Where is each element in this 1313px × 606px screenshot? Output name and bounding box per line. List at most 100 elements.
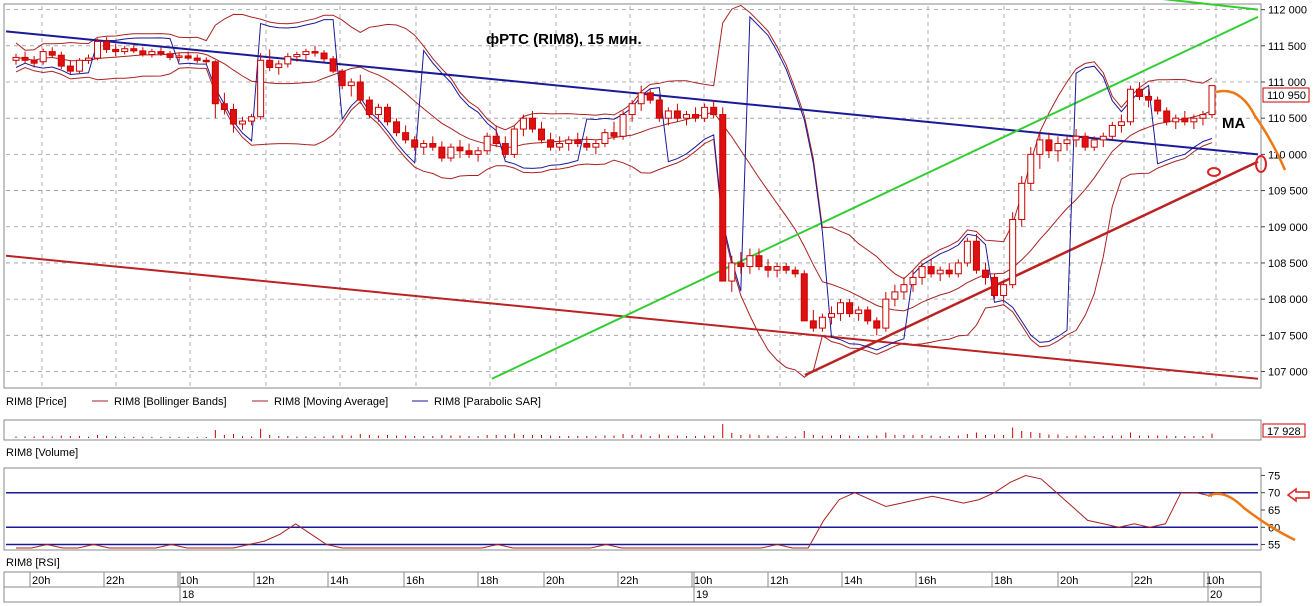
candle-body bbox=[39, 51, 47, 63]
rsi-tick-label: 75 bbox=[1268, 470, 1280, 482]
candle-body bbox=[402, 132, 410, 141]
rsi-arrow-icon bbox=[1286, 487, 1310, 503]
candle-body bbox=[66, 65, 74, 72]
candle-body bbox=[48, 51, 56, 56]
candle-body bbox=[619, 114, 627, 137]
candle-body bbox=[773, 266, 781, 271]
candle-body bbox=[12, 56, 20, 61]
volume-last-label: 17 928 bbox=[1267, 426, 1301, 438]
candle-body bbox=[682, 114, 690, 119]
candle-body bbox=[945, 269, 953, 275]
candle-body bbox=[592, 143, 600, 148]
candle-body bbox=[891, 291, 899, 300]
volume-label: RIM8 [Volume] bbox=[6, 447, 78, 459]
chart-canvas: 112 000 111 500 111 000 110 500 110 000 109 5… bbox=[3, 0, 1310, 603]
hour-label: 10h bbox=[180, 575, 198, 587]
candle-body bbox=[166, 53, 174, 58]
candle-body bbox=[456, 146, 464, 152]
candle-body bbox=[519, 117, 527, 130]
candle-body bbox=[347, 81, 355, 87]
hour-label: 22h bbox=[106, 575, 124, 587]
candle-body bbox=[791, 269, 799, 275]
candle-body bbox=[1018, 182, 1026, 221]
legend-moving-average: RIM8 [Moving Average] bbox=[274, 396, 388, 408]
hour-label: 16h bbox=[406, 575, 424, 587]
hour-label: 12h bbox=[256, 575, 274, 587]
candle-body bbox=[148, 51, 156, 55]
price-tick-label: 112 000 bbox=[1268, 5, 1307, 17]
candle-body bbox=[936, 269, 944, 275]
hour-label: 20h bbox=[1060, 575, 1078, 587]
candle-body bbox=[94, 40, 102, 59]
rsi-tick-label: 55 bbox=[1268, 540, 1280, 552]
price-tick-label: 111 000 bbox=[1268, 77, 1306, 89]
chart-window: 112 000 111 500 111 000 110 500 110 000 109 5… bbox=[0, 0, 1313, 606]
candle-body bbox=[556, 143, 564, 148]
hour-label: 20h bbox=[32, 575, 50, 587]
candle-body bbox=[963, 240, 971, 264]
candle-body bbox=[329, 58, 337, 72]
candle-body bbox=[610, 132, 618, 137]
candle-body bbox=[746, 255, 754, 268]
candle-body bbox=[84, 57, 92, 61]
legend-bollinger: RIM8 [Bollinger Bands] bbox=[114, 396, 227, 408]
candle-body bbox=[447, 146, 455, 159]
candle-body bbox=[1009, 219, 1017, 286]
candle-body bbox=[1072, 135, 1080, 141]
price-tick-label: 110 500 bbox=[1268, 113, 1307, 125]
candle-body bbox=[266, 59, 274, 69]
candle-body bbox=[193, 57, 201, 61]
price-tick-label: 107 500 bbox=[1268, 330, 1308, 342]
hour-label: 20h bbox=[546, 575, 564, 587]
candle-body bbox=[510, 128, 518, 155]
candle-body bbox=[583, 143, 591, 148]
price-tick-label: 110 000 bbox=[1268, 149, 1307, 161]
rsi-label: RIM8 [RSI] bbox=[6, 557, 60, 569]
marker-circle-price bbox=[1207, 167, 1221, 177]
legend-price: RIM8 [Price] bbox=[6, 396, 67, 408]
price-axis: 112 000 111 500 111 000 110 500 110 000 109 5… bbox=[1261, 5, 1308, 379]
candle-body bbox=[827, 313, 835, 318]
candle-body bbox=[1163, 110, 1171, 123]
candle-body bbox=[202, 59, 210, 63]
candle-body bbox=[483, 135, 491, 152]
candle-body bbox=[365, 99, 373, 116]
candle-body bbox=[538, 128, 546, 141]
candle-body bbox=[1154, 99, 1162, 112]
candle-body bbox=[338, 70, 346, 87]
candle-body bbox=[728, 262, 736, 282]
candle-body bbox=[900, 284, 908, 293]
candle-body bbox=[646, 92, 654, 101]
candle-body bbox=[782, 266, 790, 271]
hour-label: 16h bbox=[918, 575, 936, 587]
candle-body bbox=[882, 298, 890, 329]
candle-body bbox=[1027, 153, 1035, 184]
candle-body bbox=[103, 40, 111, 50]
candle-body bbox=[1117, 121, 1125, 126]
candle-body bbox=[320, 52, 328, 60]
candle-body bbox=[1208, 85, 1216, 116]
candle-body bbox=[211, 61, 219, 105]
candle-body bbox=[637, 92, 645, 105]
candle-body bbox=[1145, 95, 1153, 101]
candle-body bbox=[1172, 117, 1180, 123]
hour-label: 22h bbox=[1134, 575, 1152, 587]
candle-body bbox=[701, 106, 709, 119]
rsi-tick-label: 70 bbox=[1268, 488, 1280, 500]
candle-body bbox=[1181, 117, 1189, 123]
candle-body bbox=[547, 139, 555, 148]
candle-body bbox=[229, 109, 237, 125]
candle-body bbox=[764, 266, 772, 271]
legend: RIM8 [Price] RIM8 [Bollinger Bands] RIM8… bbox=[6, 396, 541, 408]
candle-body bbox=[528, 117, 536, 130]
candle-body bbox=[1099, 135, 1107, 141]
candle-body bbox=[673, 110, 681, 119]
candle-body bbox=[918, 266, 926, 278]
candle-body bbox=[737, 262, 745, 268]
candle-body bbox=[311, 51, 319, 54]
candle-body bbox=[57, 54, 65, 67]
candle-body bbox=[1054, 143, 1062, 152]
candle-body bbox=[383, 106, 391, 123]
forecast-arc-rsi bbox=[1207, 492, 1296, 542]
volume-bars bbox=[15, 424, 1213, 438]
